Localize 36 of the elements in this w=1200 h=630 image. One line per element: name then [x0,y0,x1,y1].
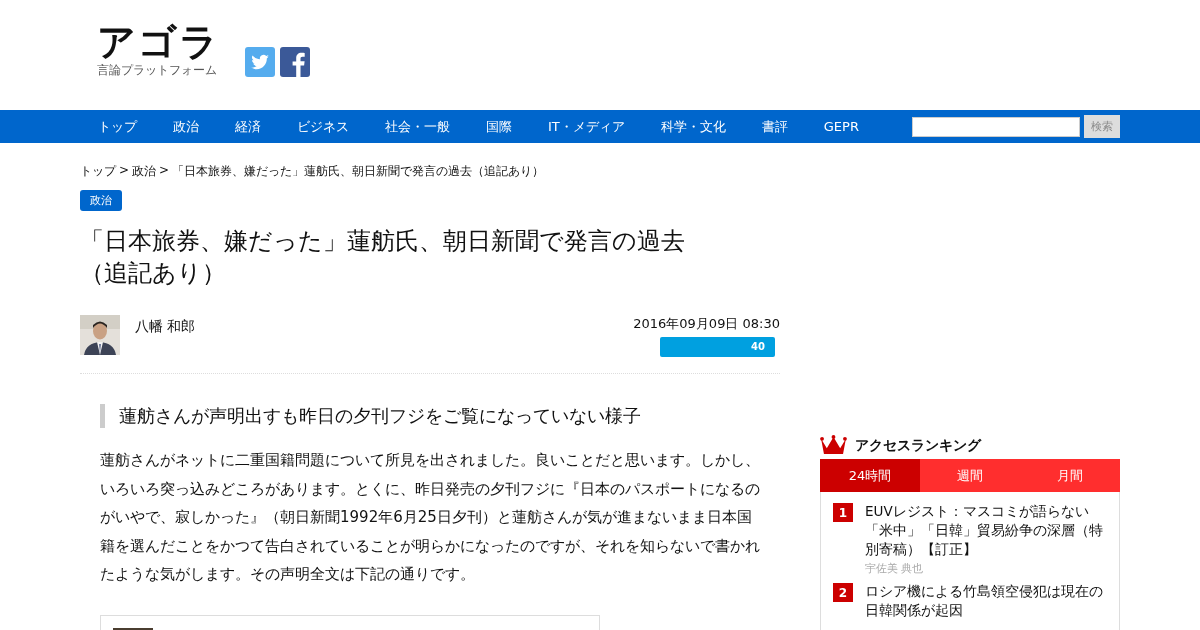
breadcrumb-separator: > [159,163,170,179]
nav-link[interactable]: 政治 [155,117,217,136]
rank-number: 1 [833,503,853,522]
crown-icon [820,435,847,456]
post-date: 2016年09月09日 08:30 [633,315,780,333]
ranking-tab[interactable]: 24時間 [820,459,920,492]
breadcrumb-separator: > [119,163,130,179]
nav-link[interactable]: 科学・文化 [642,117,744,136]
nav-link[interactable]: 経済 [217,117,279,136]
ranking-link[interactable]: EUVレジスト：マスコミが語らない「米中」「日韓」貿易紛争の深層（特別寄稿）【訂正】 [865,502,1107,559]
rank-number: 2 [833,583,853,602]
nav-link[interactable]: IT・メディア [530,117,643,136]
category-tag[interactable]: 政治 [80,190,122,211]
breadcrumb-link[interactable]: トップ [80,163,116,180]
article-text: 蓮舫さんがネットに二重国籍問題について所見を出されました。良いことだと思います。しかし、いろいろ突っ込みどころがあります。とくに、昨日発売の夕刊フジに『日本のパスポートになるのがいやで、寂しかった』（朝日新聞1992年6月25日夕刊）と蓮舫さんが気が進まないまま日本国籍を選んだことをかつて告白されていることが明らかになったのですが、それを知らないで書かれたような気がします。その声明全文は下記の通りです。 [100,450,760,585]
share-count[interactable]: 40 [660,337,775,357]
nav-link[interactable]: 書評 [743,117,806,136]
ranking-tab[interactable]: 週間 [920,459,1020,492]
ranking-link[interactable]: ロシア機による竹島領空侵犯は現在の日韓関係が起因 [865,582,1107,620]
ranking-title: アクセスランキング [855,436,981,455]
search-field[interactable] [912,116,1080,137]
nav-link[interactable]: ビジネス [279,117,367,136]
ranking-tab[interactable]: 月間 [1020,459,1120,492]
author-name[interactable]: 八幡 和郎 [135,318,196,336]
breadcrumb-current: 「日本旅券、嫌だった」蓮舫氏、朝日新聞で発言の過去（追記あり） [172,163,545,180]
nav-link[interactable]: 社会・一般 [367,117,468,136]
site-logo[interactable]: アゴラ [97,22,220,62]
nav-link[interactable]: トップ [80,117,155,136]
article-title: 「日本旅券、嫌だった」蓮舫氏、朝日新聞で発言の過去（追記あり） [80,226,686,289]
section-heading: 蓮舫さんが声明出すも昨日の夕刊フジをご覧になっていない様子 [100,404,780,428]
facebook-icon[interactable] [280,47,310,77]
site-tagline: 言論プラットフォーム [97,63,217,77]
ranking-author: 宇佐美 典也 [865,561,925,576]
nav-link[interactable]: 国際 [468,117,530,136]
breadcrumb-link[interactable]: 政治 [132,163,157,180]
nav-link[interactable]: GEPR [805,119,877,134]
